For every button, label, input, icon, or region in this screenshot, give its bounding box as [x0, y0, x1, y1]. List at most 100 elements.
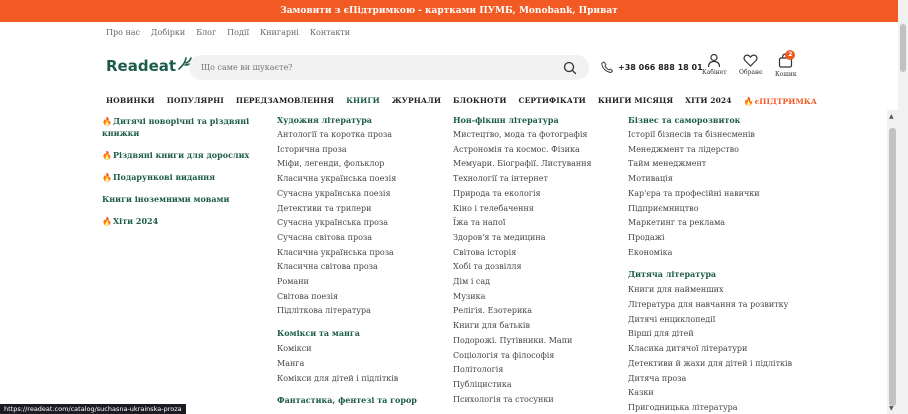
topnav-about[interactable]: Про нас: [106, 28, 140, 37]
topnav-bookstores[interactable]: Книгарні: [260, 28, 299, 37]
flame-icon: 🔥: [102, 150, 112, 160]
category-link[interactable]: Релігія. Езотерика: [453, 304, 592, 319]
category-link[interactable]: Здоров'я та медицина: [453, 231, 592, 246]
category-link[interactable]: Детективи та трилери: [277, 202, 417, 217]
cabinet-label: Кабінет: [702, 69, 727, 76]
category-heading[interactable]: Художня література: [277, 115, 417, 125]
nav-certificates[interactable]: СЕРТИФІКАТИ: [519, 96, 586, 106]
category-link[interactable]: Дитяча проза: [628, 372, 792, 387]
cabinet-button[interactable]: Кабінет: [702, 53, 727, 76]
category-link[interactable]: Подорожі. Путівники. Мапи: [453, 334, 592, 349]
featured-link[interactable]: 🔥Хіти 2024: [102, 215, 262, 227]
search-icon[interactable]: [563, 61, 577, 75]
category-link[interactable]: Література для навчання та розвитку: [628, 298, 792, 313]
category-link[interactable]: Комікси для дітей і підлітків: [277, 372, 417, 387]
menu-scroll-thumb[interactable]: [889, 128, 896, 406]
featured-link[interactable]: Книги іноземними мовами: [102, 193, 262, 205]
page-scroll-thumb[interactable]: [900, 24, 906, 72]
category-link[interactable]: Продажі: [628, 231, 792, 246]
menu-scrollbar[interactable]: ▲ ▼: [887, 110, 898, 414]
category-link[interactable]: Психологія та стосунки: [453, 393, 592, 408]
category-link[interactable]: Антології та коротка проза: [277, 128, 417, 143]
category-link[interactable]: Музика: [453, 290, 592, 305]
category-link[interactable]: Сучасна українська поезія: [277, 187, 417, 202]
flame-icon: 🔥: [102, 216, 112, 226]
featured-link[interactable]: 🔥Різдвяні книги для дорослих: [102, 149, 262, 161]
category-link[interactable]: Тайм менеджмент: [628, 157, 792, 172]
category-link[interactable]: Мотивація: [628, 172, 792, 187]
category-heading[interactable]: Фантастика, фентезі та горор: [277, 395, 417, 405]
category-link[interactable]: Книги для батьків: [453, 319, 592, 334]
phone-number: +38 066 888 18 01: [618, 62, 703, 72]
featured-column: 🔥Дитячі новорічні та різдвяні книжки 🔥Рі…: [102, 110, 262, 227]
category-link[interactable]: Мемуари. Біографії. Листування: [453, 157, 592, 172]
category-link[interactable]: Класика дитячої літератури: [628, 342, 792, 357]
category-link[interactable]: Вірші для дітей: [628, 327, 792, 342]
category-link[interactable]: Маркетинг та реклама: [628, 216, 792, 231]
category-heading[interactable]: Комікси та манга: [277, 328, 417, 338]
promo-banner[interactable]: Замовити з єПідтримкою - картками ПУМБ, …: [0, 0, 898, 22]
nav-hits-2024[interactable]: ХІТИ 2024: [685, 96, 731, 106]
nav-notebooks[interactable]: БЛОКНОТИ: [453, 96, 506, 106]
scroll-down-arrow-icon[interactable]: ▼: [889, 405, 894, 412]
category-link[interactable]: Мистецтво, мода та фотографія: [453, 128, 592, 143]
category-heading[interactable]: Нон-фікшн література: [453, 115, 592, 125]
category-link[interactable]: Сучасна українська проза: [277, 216, 417, 231]
category-link[interactable]: Світова історія: [453, 246, 592, 261]
category-link[interactable]: Природа та екологія: [453, 187, 592, 202]
cart-button[interactable]: 2 Кошик: [775, 50, 797, 78]
category-heading[interactable]: Бізнес та саморозвиток: [628, 115, 792, 125]
category-link[interactable]: Публіцистика: [453, 378, 592, 393]
scroll-up-arrow-icon[interactable]: ▲: [889, 113, 894, 120]
featured-link[interactable]: 🔥Дитячі новорічні та різдвяні книжки: [102, 115, 262, 139]
category-link[interactable]: Романи: [277, 275, 417, 290]
topnav-events[interactable]: Події: [227, 28, 249, 37]
category-link[interactable]: Менеджмент та лідерство: [628, 143, 792, 158]
category-link[interactable]: Казки: [628, 386, 792, 401]
category-link[interactable]: Політологія: [453, 363, 592, 378]
page-scrollbar[interactable]: [898, 0, 908, 414]
nav-magazines[interactable]: ЖУРНАЛИ: [392, 96, 441, 106]
category-link[interactable]: Астрономія та космос. Фізика: [453, 143, 592, 158]
category-link[interactable]: Класична світова проза: [277, 260, 417, 275]
topnav-collections[interactable]: Добірки: [151, 28, 185, 37]
topnav-contacts[interactable]: Контакти: [310, 28, 350, 37]
category-heading[interactable]: Дитяча література: [628, 269, 792, 279]
category-link[interactable]: Класична українська проза: [277, 246, 417, 261]
topnav-blog[interactable]: Блог: [196, 28, 216, 37]
category-link[interactable]: Міфи, легенди, фольклор: [277, 157, 417, 172]
category-link[interactable]: Кіно і телебачення: [453, 202, 592, 217]
category-link[interactable]: Підприємництво: [628, 202, 792, 217]
category-link[interactable]: Соціологія та філософія: [453, 349, 592, 364]
category-link[interactable]: Дитячі енциклопедії: [628, 313, 792, 328]
search-input[interactable]: [201, 63, 563, 72]
category-link[interactable]: Хобі та дозвілля: [453, 260, 592, 275]
category-link[interactable]: Дім і сад: [453, 275, 592, 290]
category-link[interactable]: Економіка: [628, 246, 792, 261]
nav-popular[interactable]: ПОПУЛЯРНІ: [167, 96, 224, 106]
logo[interactable]: Readeat: [106, 55, 193, 75]
category-link[interactable]: Технології та інтернет: [453, 172, 592, 187]
category-link[interactable]: Комікси: [277, 342, 417, 357]
featured-link[interactable]: 🔥Подарункові видання: [102, 171, 262, 183]
category-link[interactable]: Сучасна світова проза: [277, 231, 417, 246]
category-link[interactable]: Історії бізнесів та бізнесменів: [628, 128, 792, 143]
phone-link[interactable]: +38 066 888 18 01: [601, 61, 703, 73]
nav-books-of-month[interactable]: КНИГИ МІСЯЦЯ: [598, 96, 673, 106]
nav-books[interactable]: КНИГИ: [346, 96, 380, 106]
nav-esupport[interactable]: 🔥єПІДТРИМКА: [744, 96, 817, 106]
category-link[interactable]: Класична українська поезія: [277, 172, 417, 187]
category-link[interactable]: Пригодницька література: [628, 401, 792, 414]
category-link[interactable]: Історична проза: [277, 143, 417, 158]
nav-new[interactable]: НОВИНКИ: [106, 96, 155, 106]
favorites-button[interactable]: Обране: [739, 53, 763, 76]
nav-preorder[interactable]: ПЕРЕДЗАМОВЛЕННЯ: [236, 96, 334, 106]
category-link[interactable]: Кар'єра та професійні навички: [628, 187, 792, 202]
category-link[interactable]: Світова поезія: [277, 290, 417, 305]
category-link[interactable]: Книги для найменших: [628, 283, 792, 298]
category-link[interactable]: Детективи й жахи для дітей і підлітків: [628, 357, 792, 372]
category-link[interactable]: Підліткова література: [277, 304, 417, 319]
category-link[interactable]: Манга: [277, 357, 417, 372]
category-link[interactable]: Їжа та напої: [453, 216, 592, 231]
flame-icon: 🔥: [743, 96, 754, 106]
